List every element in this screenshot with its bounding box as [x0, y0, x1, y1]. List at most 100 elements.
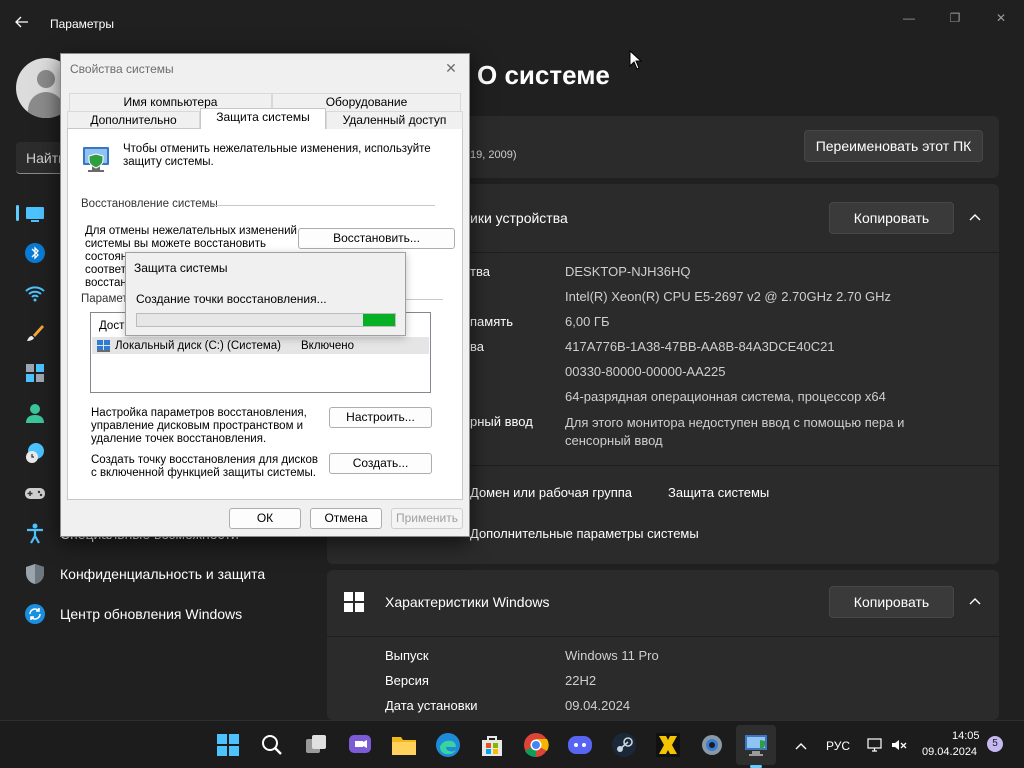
nav-label-privacy[interactable]: Конфиденциальность и защита — [60, 566, 265, 582]
table-row[interactable]: Локальный диск (C:) (Система) Включено — [92, 337, 429, 354]
gaming-icon[interactable] — [24, 482, 46, 504]
restore-text-2: системы вы можете восстановить — [85, 238, 266, 250]
spec-key-device-name: тва — [470, 264, 490, 279]
restore-button[interactable]: Восстановить... — [298, 228, 455, 249]
mouse-cursor-icon — [629, 49, 643, 70]
device-subtitle: 19, 2009) — [470, 149, 517, 161]
accounts-icon[interactable] — [24, 402, 46, 424]
rename-pc-button[interactable]: Переименовать этот ПК — [804, 130, 983, 162]
store-icon[interactable] — [478, 731, 506, 759]
params-group-label: Парамет — [81, 293, 128, 305]
spec-val-ram: 6,00 ГБ — [565, 314, 610, 329]
link-advanced-system-settings[interactable]: Дополнительные параметры системы — [470, 526, 699, 541]
taskbar: РУС 14:05 09.04.2024 5 — [0, 720, 1024, 768]
file-explorer-icon[interactable] — [390, 731, 418, 759]
minimize-icon[interactable]: — — [894, 8, 924, 28]
avatar-head — [37, 70, 55, 88]
input-language[interactable]: РУС — [826, 739, 850, 753]
nav-label-windows-update[interactable]: Центр обновления Windows — [60, 606, 242, 622]
progress-title: Защита системы — [134, 261, 228, 275]
clock-date[interactable]: 09.04.2024 — [922, 746, 977, 758]
spec-key-ram: память — [470, 314, 513, 329]
spec-val-edition: Windows 11 Pro — [565, 648, 659, 663]
apply-button[interactable]: Применить — [391, 508, 463, 529]
tab-remote[interactable]: Удаленный доступ — [326, 111, 463, 129]
spec-key-device-id: ва — [470, 339, 484, 354]
spec-val-processor: Intel(R) Xeon(R) CPU E5-2697 v2 @ 2.70GH… — [565, 289, 892, 304]
chat-icon[interactable] — [346, 731, 374, 759]
drive-state: Включено — [301, 340, 355, 352]
notification-badge[interactable]: 5 — [987, 736, 1003, 752]
tab-system-protection[interactable]: Защита системы — [200, 108, 326, 129]
back-arrow-icon[interactable] — [14, 14, 34, 34]
task-view-icon[interactable] — [302, 731, 330, 759]
bluetooth-icon[interactable] — [24, 242, 46, 264]
windows-specs-card: Характеристики Windows Копировать Выпуск… — [327, 570, 999, 720]
progress-bar — [136, 313, 396, 327]
apps-icon[interactable] — [24, 362, 46, 384]
volume-muted-icon[interactable] — [890, 736, 908, 754]
hub-icon[interactable] — [654, 731, 682, 759]
cancel-button[interactable]: Отмена — [310, 508, 382, 529]
page-title: О системе — [477, 60, 610, 90]
system-icon[interactable] — [24, 203, 46, 225]
edge-icon[interactable] — [434, 731, 462, 759]
avatar-body — [28, 92, 64, 118]
create-button[interactable]: Создать... — [329, 453, 432, 474]
title-bar: Параметры — ❐ ✕ — [0, 0, 1024, 48]
spec-key-version: Версия — [385, 673, 429, 688]
restore-text-5: восстан — [85, 277, 127, 289]
group-divider — [401, 299, 443, 300]
configure-button[interactable]: Настроить... — [329, 407, 432, 428]
create-text: Создать точку восстановления для дисков … — [91, 454, 318, 479]
clock-time[interactable]: 14:05 — [952, 730, 980, 742]
windows-update-icon[interactable] — [24, 603, 46, 625]
steam-icon[interactable] — [610, 731, 638, 759]
network-icon[interactable] — [24, 282, 46, 304]
time-language-icon[interactable] — [24, 442, 46, 464]
restore-text-1: Для отмены нежелательных изменений — [85, 225, 297, 237]
divider — [327, 636, 999, 637]
list-header[interactable]: Дост — [99, 320, 124, 333]
tab-advanced[interactable]: Дополнительно — [67, 111, 200, 129]
link-system-protection[interactable]: Защита системы — [668, 485, 769, 500]
spec-val-device-name: DESKTOP-NJH36HQ — [565, 264, 691, 279]
spec-val-device-id: 417A776B-1A38-47BB-AA8B-84A3DCE40C21 — [565, 339, 835, 354]
chrome-icon[interactable] — [522, 731, 550, 759]
copy-windows-specs-button[interactable]: Копировать — [829, 586, 954, 618]
chevron-up-icon[interactable] — [967, 210, 983, 226]
spec-key-pen-touch: рный ввод — [470, 414, 533, 429]
app-title: Параметры — [50, 17, 114, 31]
spec-val-product-id: 00330-80000-00000-AA225 — [565, 364, 726, 379]
spec-key-edition: Выпуск — [385, 648, 429, 663]
close-icon[interactable]: ✕ — [441, 58, 461, 78]
spec-key-install-date: Дата установки — [385, 698, 478, 713]
accessibility-icon[interactable] — [24, 522, 46, 544]
maximize-icon[interactable]: ❐ — [940, 8, 970, 28]
link-domain-workgroup[interactable]: Домен или рабочая группа — [470, 485, 632, 500]
copy-specs-button[interactable]: Копировать — [829, 202, 954, 234]
configure-text: Настройка параметров восстановления, упр… — [91, 407, 307, 445]
specs-card-title: ики устройства — [470, 210, 568, 226]
progress-bar-fill — [363, 314, 395, 326]
restore-text-4: соответ — [85, 264, 126, 276]
system-protection-icon — [80, 142, 114, 176]
dialog-title: Свойства системы — [70, 62, 174, 76]
spec-val-version: 22H2 — [565, 673, 597, 688]
system-properties-icon[interactable] — [742, 731, 770, 759]
search-icon[interactable] — [258, 731, 286, 759]
windows-card-title: Характеристики Windows — [385, 594, 550, 610]
chevron-up-icon[interactable] — [967, 594, 983, 610]
ok-button[interactable]: ОК — [229, 508, 301, 529]
windows-logo-icon — [344, 592, 364, 612]
chevron-up-icon[interactable] — [794, 739, 808, 751]
restore-text-3: состоян — [85, 251, 128, 263]
start-icon[interactable] — [214, 731, 242, 759]
discord-icon[interactable] — [566, 731, 594, 759]
personalization-icon[interactable] — [24, 322, 46, 344]
spec-val-system-type: 64-разрядная операционная система, проце… — [565, 389, 886, 404]
network-status-icon[interactable] — [866, 736, 884, 754]
close-icon[interactable]: ✕ — [986, 8, 1016, 28]
settings-icon[interactable] — [698, 731, 726, 759]
privacy-shield-icon[interactable] — [24, 563, 46, 585]
